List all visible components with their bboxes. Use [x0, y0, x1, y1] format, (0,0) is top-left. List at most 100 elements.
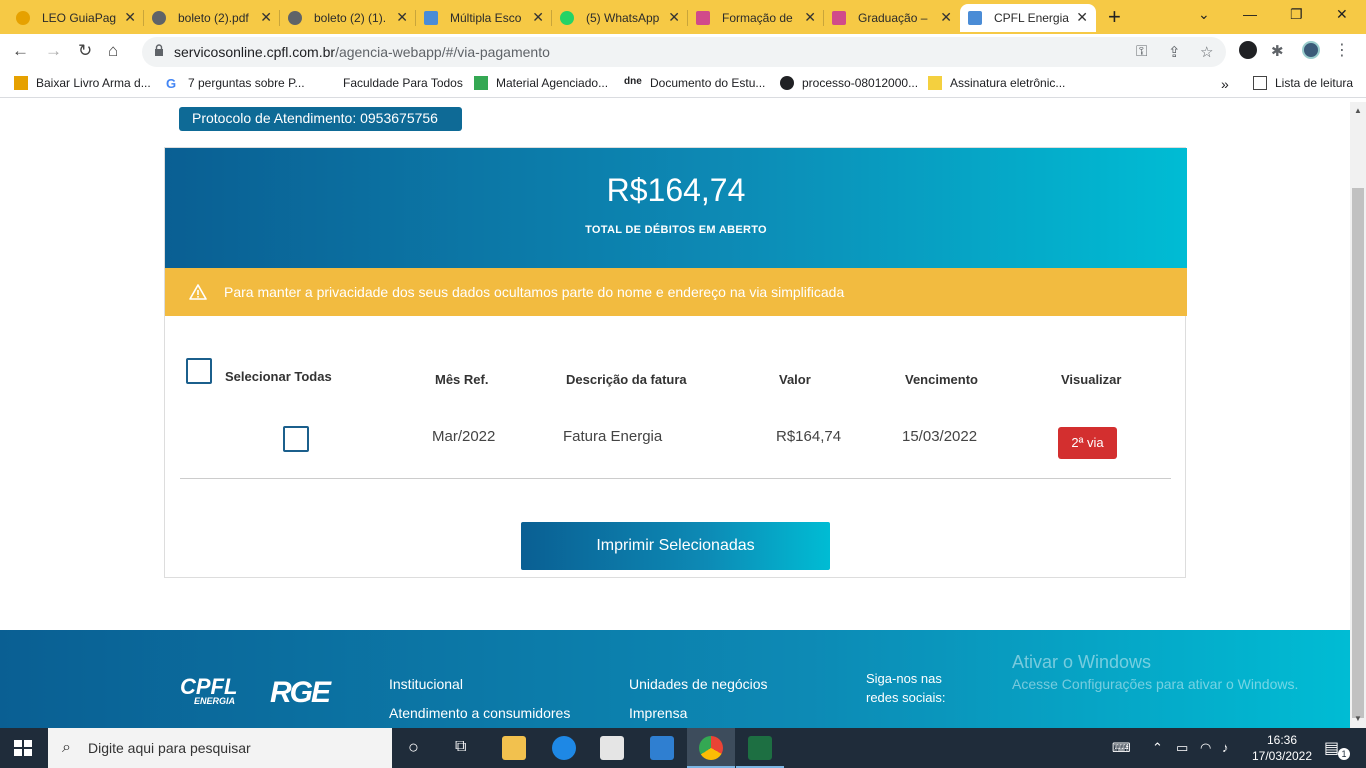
close-icon[interactable]: ✕	[668, 9, 680, 26]
globe-icon	[780, 76, 794, 90]
page-viewport: Protocolo de Atendimento: 0953675756 R$1…	[0, 102, 1350, 728]
close-icon[interactable]: ✕	[804, 9, 816, 26]
close-icon[interactable]: ✕	[260, 9, 272, 26]
close-icon[interactable]: ✕	[124, 9, 136, 26]
new-tab-icon[interactable]: +	[1108, 4, 1121, 30]
privacy-notice-text: Para manter a privacidade dos seus dados…	[224, 284, 845, 300]
header-vencimento: Vencimento	[905, 372, 978, 387]
second-copy-button[interactable]: 2ª via	[1058, 427, 1117, 459]
windows-activation-text: Acesse Configurações para ativar o Windo…	[1012, 676, 1299, 692]
tab-search-icon[interactable]: ⌄	[1198, 6, 1210, 23]
tab-label: boleto (2).pdf	[178, 11, 249, 25]
minimize-icon[interactable]: —	[1243, 6, 1257, 22]
footer-link-institucional[interactable]: Institucional	[389, 676, 463, 692]
browser-tab[interactable]: LEO GuiaPag ✕	[8, 4, 144, 32]
back-icon[interactable]: ←	[12, 41, 29, 61]
rge-logo[interactable]: RGE	[270, 676, 331, 710]
tab-label: Formação de	[722, 11, 793, 25]
privacy-notice: Para manter a privacidade dos seus dados…	[165, 268, 1187, 316]
file-explorer-icon[interactable]	[502, 736, 526, 760]
footer-link-imprensa[interactable]: Imprensa	[629, 705, 687, 721]
windows-activation-title: Ativar o Windows	[1012, 652, 1152, 672]
battery-icon[interactable]: ▭	[1176, 740, 1188, 756]
document-icon	[968, 11, 982, 25]
forward-icon[interactable]: →	[45, 41, 62, 61]
browser-tab-active[interactable]: CPFL Energia ✕	[960, 4, 1096, 32]
bookmark-item[interactable]: G7 perguntas sobre P...	[166, 76, 305, 91]
bookmark-item[interactable]: Faculdade Para Todos	[343, 76, 463, 90]
avatar[interactable]	[1302, 41, 1320, 59]
total-label: TOTAL DE DÉBITOS EM ABERTO	[585, 224, 767, 236]
close-icon[interactable]: ✕	[396, 9, 408, 26]
header-visualizar: Visualizar	[1061, 372, 1122, 387]
search-placeholder: Digite aqui para pesquisar	[88, 740, 251, 756]
browser-tab[interactable]: boleto (2) (1). ✕	[280, 4, 416, 32]
close-icon[interactable]: ✕	[532, 9, 544, 26]
footer-link-unidades[interactable]: Unidades de negócios	[629, 676, 768, 692]
tab-favicon-icon	[288, 11, 302, 25]
system-clock[interactable]: 16:36 17/03/2022	[1250, 732, 1314, 764]
clock-date: 17/03/2022	[1251, 749, 1313, 763]
print-selected-button[interactable]: Imprimir Selecionadas	[521, 522, 830, 570]
select-all-label[interactable]: Selecionar Todas	[225, 369, 332, 384]
extension-icon[interactable]	[1239, 41, 1257, 59]
google-icon: G	[166, 76, 177, 91]
home-icon[interactable]: ⌂	[108, 41, 118, 61]
chevron-up-icon[interactable]: ⌃	[1152, 740, 1163, 756]
header-valor: Valor	[779, 372, 811, 387]
cell-descricao: Fatura Energia	[563, 428, 663, 445]
key-icon[interactable]: ⚿	[1136, 43, 1147, 60]
bookmark-item[interactable]: Material Agenciado...	[474, 76, 608, 90]
address-bar[interactable]: servicosonline.cpfl.com.br/agencia-webap…	[142, 37, 1226, 67]
puzzle-icon[interactable]: ✱	[1271, 42, 1289, 60]
browser-tab[interactable]: boleto (2).pdf ✕	[144, 4, 280, 32]
bookmark-item[interactable]: Assinatura eletrônic...	[928, 76, 1065, 90]
tab-favicon-icon	[16, 11, 30, 25]
cell-mes-ref: Mar/2022	[432, 428, 496, 445]
scrollbar-thumb[interactable]	[1352, 188, 1364, 718]
social-heading-line2: redes sociais:	[866, 690, 946, 705]
keyboard-icon[interactable]: ⌨	[1112, 740, 1131, 756]
store-icon[interactable]	[600, 736, 624, 760]
bookmark-star-icon[interactable]: ☆	[1200, 43, 1213, 61]
restore-icon[interactable]: ❐	[1290, 6, 1303, 23]
row-checkbox[interactable]	[283, 426, 309, 452]
wifi-icon[interactable]: ◠	[1200, 740, 1211, 756]
footer-link-atendimento[interactable]: Atendimento a consumidores	[389, 705, 570, 721]
close-icon[interactable]: ✕	[1076, 9, 1088, 26]
volume-icon[interactable]: ♪	[1222, 740, 1229, 755]
task-view-icon[interactable]: ⧉	[455, 738, 466, 756]
chrome-icon[interactable]	[699, 736, 723, 760]
mail-icon[interactable]	[650, 736, 674, 760]
cpfl-logo[interactable]: CPFL ENERGIA	[180, 674, 237, 706]
menu-icon[interactable]: ⋮	[1334, 40, 1352, 59]
browser-tab[interactable]: (5) WhatsApp ✕	[552, 4, 688, 32]
tab-label: Graduação –	[858, 11, 928, 25]
select-all-checkbox[interactable]	[186, 358, 212, 384]
m-logo-icon	[696, 11, 710, 25]
site-footer: CPFL ENERGIA RGE Institucional Atendimen…	[0, 630, 1350, 728]
close-icon[interactable]: ✕	[940, 9, 952, 26]
reading-list-button[interactable]: Lista de leitura	[1253, 76, 1353, 90]
tab-label: Múltipla Esco	[450, 11, 522, 25]
bookmark-item[interactable]: dne Documento do Estu...	[624, 76, 765, 90]
scroll-up-icon[interactable]: ▲	[1354, 106, 1362, 115]
scroll-down-icon[interactable]: ▼	[1354, 714, 1362, 723]
notification-icon[interactable]: ▤	[1324, 738, 1339, 758]
more-bookmarks-icon[interactable]: »	[1221, 76, 1229, 92]
page-scrollbar[interactable]: ▲ ▼	[1350, 102, 1366, 728]
share-icon[interactable]: ⇪	[1168, 43, 1181, 61]
edge-icon[interactable]	[552, 736, 576, 760]
window-close-icon[interactable]: ✕	[1336, 6, 1348, 23]
browser-tab[interactable]: Múltipla Esco ✕	[416, 4, 552, 32]
taskbar-search[interactable]: ⌕ Digite aqui para pesquisar	[48, 728, 392, 768]
bookmark-item[interactable]: Baixar Livro Arma d...	[14, 76, 151, 90]
cortana-icon[interactable]: ○	[408, 737, 419, 758]
browser-tab[interactable]: Graduação – ✕	[824, 4, 960, 32]
excel-icon[interactable]	[748, 736, 772, 760]
reload-icon[interactable]: ↻	[78, 41, 92, 61]
windows-start-icon[interactable]	[14, 740, 32, 756]
cell-vencimento: 15/03/2022	[902, 428, 978, 445]
bookmark-item[interactable]: processo-08012000...	[780, 76, 918, 90]
browser-tab[interactable]: Formação de ✕	[688, 4, 824, 32]
